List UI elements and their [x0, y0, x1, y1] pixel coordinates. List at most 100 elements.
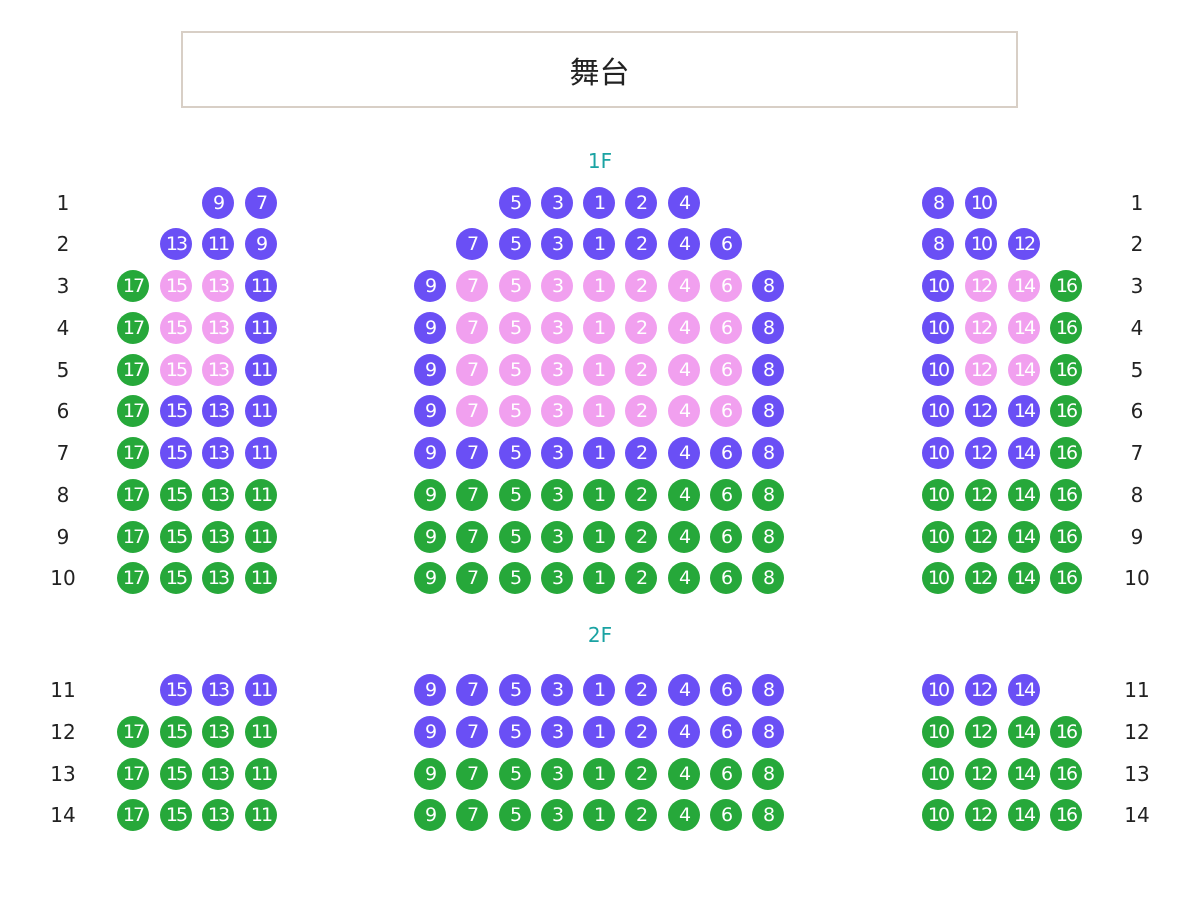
- seat-3-2[interactable]: 2: [625, 270, 657, 302]
- seat-2-10[interactable]: 10: [965, 228, 997, 260]
- seat-8-4[interactable]: 4: [668, 479, 700, 511]
- seat-12-12[interactable]: 12: [965, 716, 997, 748]
- seat-7-10[interactable]: 10: [922, 437, 954, 469]
- seat-13-16[interactable]: 16: [1050, 758, 1082, 790]
- seat-11-6[interactable]: 6: [710, 674, 742, 706]
- seat-9-8[interactable]: 8: [752, 521, 784, 553]
- seat-6-9[interactable]: 9: [414, 395, 446, 427]
- seat-12-15[interactable]: 15: [160, 716, 192, 748]
- seat-5-5[interactable]: 5: [499, 354, 531, 386]
- seat-7-11[interactable]: 11: [245, 437, 277, 469]
- seat-11-13[interactable]: 13: [202, 674, 234, 706]
- seat-7-4[interactable]: 4: [668, 437, 700, 469]
- seat-6-15[interactable]: 15: [160, 395, 192, 427]
- seat-14-10[interactable]: 10: [922, 799, 954, 831]
- seat-8-15[interactable]: 15: [160, 479, 192, 511]
- seat-9-15[interactable]: 15: [160, 521, 192, 553]
- seat-1-7[interactable]: 7: [245, 187, 277, 219]
- seat-9-10[interactable]: 10: [922, 521, 954, 553]
- seat-4-15[interactable]: 15: [160, 312, 192, 344]
- seat-9-6[interactable]: 6: [710, 521, 742, 553]
- seat-1-5[interactable]: 5: [499, 187, 531, 219]
- seat-9-9[interactable]: 9: [414, 521, 446, 553]
- seat-7-6[interactable]: 6: [710, 437, 742, 469]
- seat-3-10[interactable]: 10: [922, 270, 954, 302]
- seat-8-10[interactable]: 10: [922, 479, 954, 511]
- seat-6-11[interactable]: 11: [245, 395, 277, 427]
- seat-4-17[interactable]: 17: [117, 312, 149, 344]
- seat-8-5[interactable]: 5: [499, 479, 531, 511]
- seat-5-11[interactable]: 11: [245, 354, 277, 386]
- seat-11-1[interactable]: 1: [583, 674, 615, 706]
- seat-10-6[interactable]: 6: [710, 562, 742, 594]
- seat-14-7[interactable]: 7: [456, 799, 488, 831]
- seat-6-5[interactable]: 5: [499, 395, 531, 427]
- seat-4-13[interactable]: 13: [202, 312, 234, 344]
- seat-4-12[interactable]: 12: [965, 312, 997, 344]
- seat-11-2[interactable]: 2: [625, 674, 657, 706]
- seat-5-8[interactable]: 8: [752, 354, 784, 386]
- seat-9-14[interactable]: 14: [1008, 521, 1040, 553]
- seat-1-4[interactable]: 4: [668, 187, 700, 219]
- seat-14-16[interactable]: 16: [1050, 799, 1082, 831]
- seat-10-14[interactable]: 14: [1008, 562, 1040, 594]
- seat-6-2[interactable]: 2: [625, 395, 657, 427]
- seat-10-13[interactable]: 13: [202, 562, 234, 594]
- seat-3-17[interactable]: 17: [117, 270, 149, 302]
- seat-2-11[interactable]: 11: [202, 228, 234, 260]
- seat-6-17[interactable]: 17: [117, 395, 149, 427]
- seat-2-1[interactable]: 1: [583, 228, 615, 260]
- seat-10-3[interactable]: 3: [541, 562, 573, 594]
- seat-10-11[interactable]: 11: [245, 562, 277, 594]
- seat-3-1[interactable]: 1: [583, 270, 615, 302]
- seat-3-4[interactable]: 4: [668, 270, 700, 302]
- seat-6-7[interactable]: 7: [456, 395, 488, 427]
- seat-12-2[interactable]: 2: [625, 716, 657, 748]
- seat-8-16[interactable]: 16: [1050, 479, 1082, 511]
- seat-12-7[interactable]: 7: [456, 716, 488, 748]
- seat-14-13[interactable]: 13: [202, 799, 234, 831]
- seat-14-1[interactable]: 1: [583, 799, 615, 831]
- seat-5-10[interactable]: 10: [922, 354, 954, 386]
- seat-9-5[interactable]: 5: [499, 521, 531, 553]
- seat-10-1[interactable]: 1: [583, 562, 615, 594]
- seat-10-4[interactable]: 4: [668, 562, 700, 594]
- seat-4-10[interactable]: 10: [922, 312, 954, 344]
- seat-7-9[interactable]: 9: [414, 437, 446, 469]
- seat-13-14[interactable]: 14: [1008, 758, 1040, 790]
- seat-12-3[interactable]: 3: [541, 716, 573, 748]
- seat-3-6[interactable]: 6: [710, 270, 742, 302]
- seat-2-5[interactable]: 5: [499, 228, 531, 260]
- seat-4-16[interactable]: 16: [1050, 312, 1082, 344]
- seat-10-10[interactable]: 10: [922, 562, 954, 594]
- seat-14-2[interactable]: 2: [625, 799, 657, 831]
- seat-2-4[interactable]: 4: [668, 228, 700, 260]
- seat-6-4[interactable]: 4: [668, 395, 700, 427]
- seat-8-13[interactable]: 13: [202, 479, 234, 511]
- seat-4-9[interactable]: 9: [414, 312, 446, 344]
- seat-7-2[interactable]: 2: [625, 437, 657, 469]
- seat-8-11[interactable]: 11: [245, 479, 277, 511]
- seat-6-6[interactable]: 6: [710, 395, 742, 427]
- seat-9-7[interactable]: 7: [456, 521, 488, 553]
- seat-1-10[interactable]: 10: [965, 187, 997, 219]
- seat-14-4[interactable]: 4: [668, 799, 700, 831]
- seat-3-14[interactable]: 14: [1008, 270, 1040, 302]
- seat-2-9[interactable]: 9: [245, 228, 277, 260]
- seat-13-11[interactable]: 11: [245, 758, 277, 790]
- seat-12-11[interactable]: 11: [245, 716, 277, 748]
- seat-10-8[interactable]: 8: [752, 562, 784, 594]
- seat-12-16[interactable]: 16: [1050, 716, 1082, 748]
- seat-6-8[interactable]: 8: [752, 395, 784, 427]
- seat-11-5[interactable]: 5: [499, 674, 531, 706]
- seat-5-2[interactable]: 2: [625, 354, 657, 386]
- seat-9-17[interactable]: 17: [117, 521, 149, 553]
- seat-11-7[interactable]: 7: [456, 674, 488, 706]
- seat-14-9[interactable]: 9: [414, 799, 446, 831]
- seat-9-13[interactable]: 13: [202, 521, 234, 553]
- seat-4-11[interactable]: 11: [245, 312, 277, 344]
- seat-4-4[interactable]: 4: [668, 312, 700, 344]
- seat-10-15[interactable]: 15: [160, 562, 192, 594]
- seat-2-7[interactable]: 7: [456, 228, 488, 260]
- seat-8-1[interactable]: 1: [583, 479, 615, 511]
